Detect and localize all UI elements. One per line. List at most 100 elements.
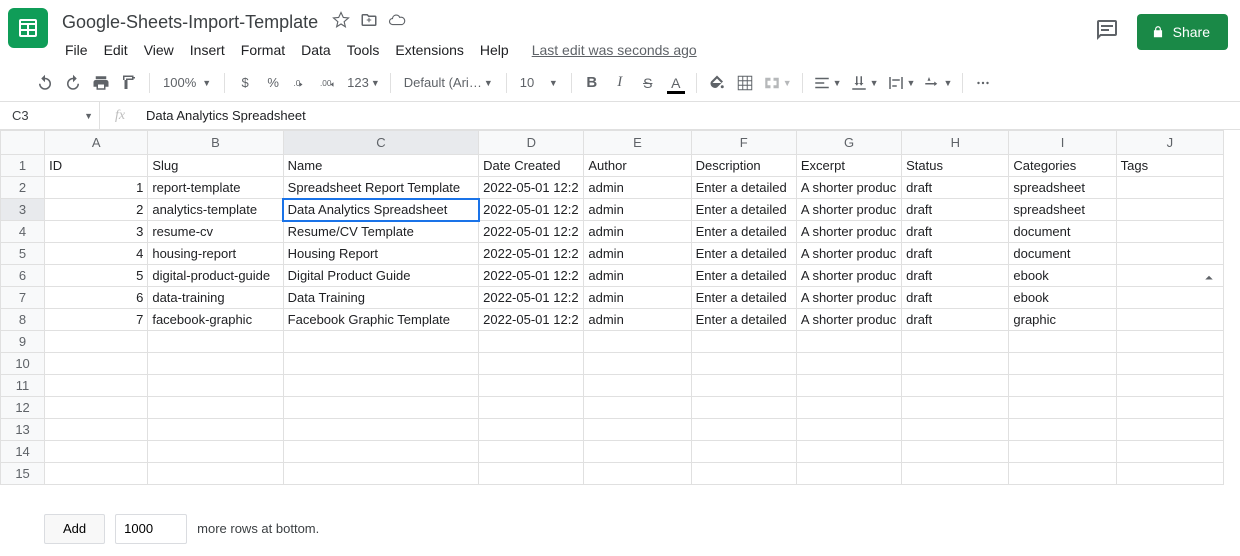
cell-I9[interactable] — [1009, 331, 1116, 353]
cell-A7[interactable]: 6 — [45, 287, 148, 309]
cell-J13[interactable] — [1116, 419, 1223, 441]
cell-C7[interactable]: Data Training — [283, 287, 478, 309]
cell-J5[interactable] — [1116, 243, 1223, 265]
cell-G10[interactable] — [796, 353, 901, 375]
cell-F11[interactable] — [691, 375, 796, 397]
increase-decimal-button[interactable]: .00 — [316, 70, 342, 96]
cell-G7[interactable]: A shorter produc — [796, 287, 901, 309]
row-header-9[interactable]: 9 — [1, 331, 45, 353]
column-header-C[interactable]: C — [283, 131, 478, 155]
cell-I1[interactable]: Categories — [1009, 155, 1116, 177]
cell-I15[interactable] — [1009, 463, 1116, 485]
format-currency-button[interactable]: $ — [232, 70, 258, 96]
cell-E2[interactable]: admin — [584, 177, 691, 199]
undo-button[interactable] — [32, 70, 58, 96]
cell-F8[interactable]: Enter a detailed — [691, 309, 796, 331]
cell-D6[interactable]: 2022-05-01 12:2 — [479, 265, 584, 287]
menu-data[interactable]: Data — [294, 38, 338, 62]
cell-I2[interactable]: spreadsheet — [1009, 177, 1116, 199]
cell-G6[interactable]: A shorter produc — [796, 265, 901, 287]
menu-edit[interactable]: Edit — [97, 38, 135, 62]
cell-C4[interactable]: Resume/CV Template — [283, 221, 478, 243]
cell-I3[interactable]: spreadsheet — [1009, 199, 1116, 221]
cell-J4[interactable] — [1116, 221, 1223, 243]
column-header-J[interactable]: J — [1116, 131, 1223, 155]
cell-E12[interactable] — [584, 397, 691, 419]
font-size-select[interactable]: 10▼ — [514, 75, 564, 90]
cell-I5[interactable]: document — [1009, 243, 1116, 265]
cell-J11[interactable] — [1116, 375, 1223, 397]
cell-C8[interactable]: Facebook Graphic Template — [283, 309, 478, 331]
row-header-10[interactable]: 10 — [1, 353, 45, 375]
cell-F5[interactable]: Enter a detailed — [691, 243, 796, 265]
row-header-14[interactable]: 14 — [1, 441, 45, 463]
v-align-button[interactable]: ▼ — [847, 70, 882, 96]
cell-B6[interactable]: digital-product-guide — [148, 265, 283, 287]
cell-H9[interactable] — [902, 331, 1009, 353]
cell-I14[interactable] — [1009, 441, 1116, 463]
cell-E15[interactable] — [584, 463, 691, 485]
cell-D11[interactable] — [479, 375, 584, 397]
column-header-D[interactable]: D — [479, 131, 584, 155]
bold-button[interactable]: B — [579, 70, 605, 96]
cell-B5[interactable]: housing-report — [148, 243, 283, 265]
zoom-select[interactable]: 100%▼ — [157, 75, 217, 90]
cell-D2[interactable]: 2022-05-01 12:2 — [479, 177, 584, 199]
cell-G8[interactable]: A shorter produc — [796, 309, 901, 331]
cell-C10[interactable] — [283, 353, 478, 375]
cell-G14[interactable] — [796, 441, 901, 463]
comments-icon[interactable] — [1095, 18, 1119, 47]
cell-G5[interactable]: A shorter produc — [796, 243, 901, 265]
cell-A13[interactable] — [45, 419, 148, 441]
cell-H13[interactable] — [902, 419, 1009, 441]
strikethrough-button[interactable]: S — [635, 70, 661, 96]
text-color-button[interactable]: A — [663, 70, 689, 96]
cell-H12[interactable] — [902, 397, 1009, 419]
row-header-1[interactable]: 1 — [1, 155, 45, 177]
cell-J9[interactable] — [1116, 331, 1223, 353]
cell-D13[interactable] — [479, 419, 584, 441]
cell-C12[interactable] — [283, 397, 478, 419]
cell-F12[interactable] — [691, 397, 796, 419]
cell-A9[interactable] — [45, 331, 148, 353]
cell-H7[interactable]: draft — [902, 287, 1009, 309]
cell-J3[interactable] — [1116, 199, 1223, 221]
cell-H3[interactable]: draft — [902, 199, 1009, 221]
cell-G11[interactable] — [796, 375, 901, 397]
cell-F13[interactable] — [691, 419, 796, 441]
decrease-decimal-button[interactable]: .0 — [288, 70, 314, 96]
column-header-I[interactable]: I — [1009, 131, 1116, 155]
cell-D9[interactable] — [479, 331, 584, 353]
font-select[interactable]: Default (Ari…▼ — [398, 75, 499, 90]
cell-I8[interactable]: graphic — [1009, 309, 1116, 331]
cell-D15[interactable] — [479, 463, 584, 485]
cell-G1[interactable]: Excerpt — [796, 155, 901, 177]
cell-H8[interactable]: draft — [902, 309, 1009, 331]
cell-E4[interactable]: admin — [584, 221, 691, 243]
cell-C6[interactable]: Digital Product Guide — [283, 265, 478, 287]
cell-E7[interactable]: admin — [584, 287, 691, 309]
cell-H1[interactable]: Status — [902, 155, 1009, 177]
last-edit-link[interactable]: Last edit was seconds ago — [532, 42, 697, 58]
fill-color-button[interactable] — [704, 70, 730, 96]
cell-H4[interactable]: draft — [902, 221, 1009, 243]
row-header-12[interactable]: 12 — [1, 397, 45, 419]
cell-J6[interactable] — [1116, 265, 1223, 287]
share-button[interactable]: Share — [1137, 14, 1228, 50]
star-icon[interactable] — [332, 11, 350, 34]
row-header-5[interactable]: 5 — [1, 243, 45, 265]
cell-A12[interactable] — [45, 397, 148, 419]
cell-G13[interactable] — [796, 419, 901, 441]
redo-button[interactable] — [60, 70, 86, 96]
cell-H14[interactable] — [902, 441, 1009, 463]
cell-E11[interactable] — [584, 375, 691, 397]
column-header-B[interactable]: B — [148, 131, 283, 155]
column-header-H[interactable]: H — [902, 131, 1009, 155]
cell-A8[interactable]: 7 — [45, 309, 148, 331]
cell-A3[interactable]: 2 — [45, 199, 148, 221]
formula-bar[interactable]: Data Analytics Spreadsheet — [140, 108, 1240, 123]
cell-A11[interactable] — [45, 375, 148, 397]
cell-C2[interactable]: Spreadsheet Report Template — [283, 177, 478, 199]
menu-file[interactable]: File — [58, 38, 95, 62]
name-box[interactable]: C3 ▼ — [0, 102, 100, 129]
